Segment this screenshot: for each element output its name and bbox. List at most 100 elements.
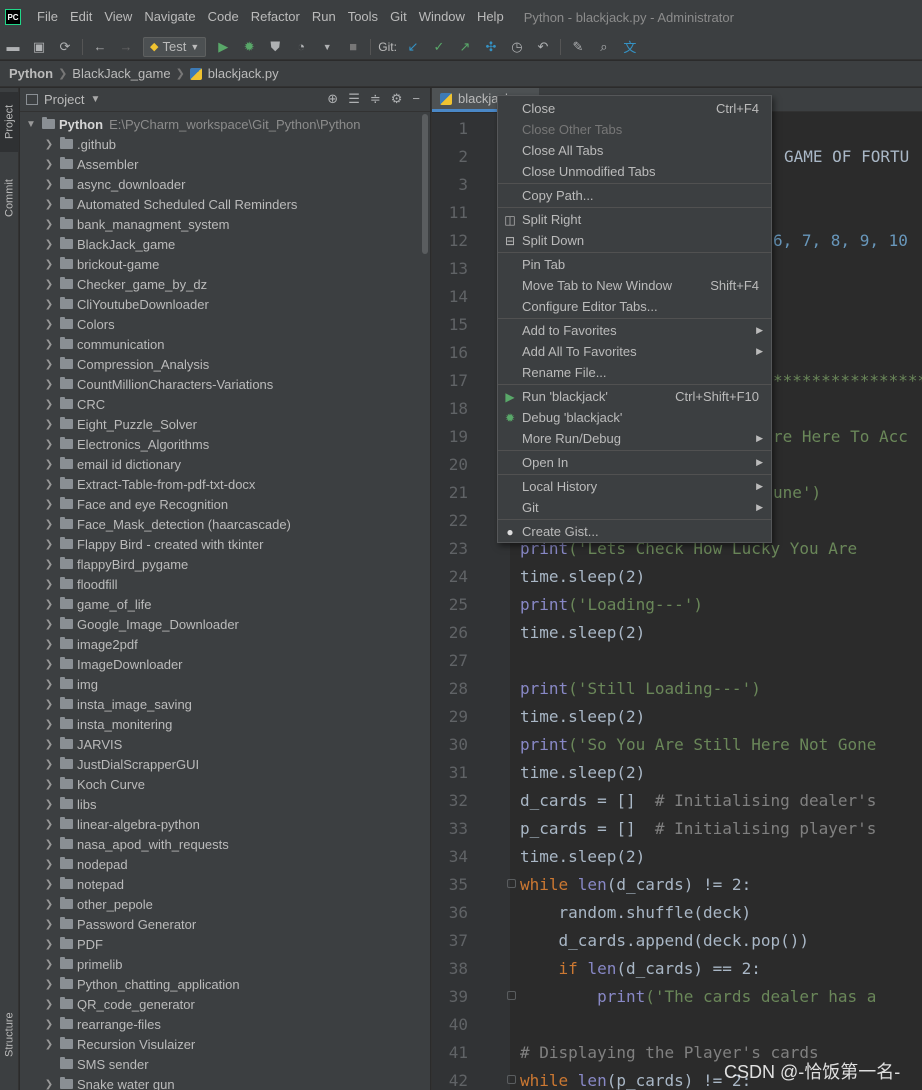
git-commit-check-icon[interactable]: ✓ — [431, 39, 447, 55]
chevron-right-icon[interactable]: ❯ — [42, 539, 56, 550]
translate-icon[interactable]: 文 — [622, 39, 638, 55]
tree-item[interactable]: ❯ Eight_Puzzle_Solver — [20, 414, 420, 434]
tree-item[interactable]: ❯ game_of_life — [20, 594, 420, 614]
tree-item[interactable]: ❯ Snake water gun — [20, 1074, 420, 1090]
chevron-right-icon[interactable]: ❯ — [42, 879, 56, 890]
tree-item[interactable]: ❯ bank_managment_system — [20, 214, 420, 234]
tree-item[interactable]: ❯ Flappy Bird - created with tkinter — [20, 534, 420, 554]
tree-item[interactable]: ❯ Checker_game_by_dz — [20, 274, 420, 294]
tree-item[interactable]: ❯ communication — [20, 334, 420, 354]
chevron-right-icon[interactable]: ❯ — [42, 739, 56, 750]
forward-arrow-icon[interactable]: → — [118, 39, 134, 55]
menu-help[interactable]: Help — [471, 0, 510, 34]
tree-item[interactable]: ❯ Python_chatting_application — [20, 974, 420, 994]
tree-item[interactable]: ❯ QR_code_generator — [20, 994, 420, 1014]
tree-item[interactable]: ❯ Automated Scheduled Call Reminders — [20, 194, 420, 214]
menu-add-to-favorites[interactable]: Add to Favorites ▶ — [498, 320, 771, 341]
tree-item[interactable]: ❯ nodepad — [20, 854, 420, 874]
menu-refactor[interactable]: Refactor — [245, 0, 306, 34]
menu-run-blackjack[interactable]: ▶ Run 'blackjack' Ctrl+Shift+F10 — [498, 386, 771, 407]
tree-item[interactable]: ❯ Face_Mask_detection (haarcascade) — [20, 514, 420, 534]
chevron-right-icon[interactable]: ❯ — [42, 999, 56, 1010]
search-icon[interactable]: ⌕ — [596, 39, 612, 55]
chevron-right-icon[interactable]: ❯ — [42, 259, 56, 270]
tree-item[interactable]: ❯ JustDialScrapperGUI — [20, 754, 420, 774]
menu-view[interactable]: View — [98, 0, 138, 34]
project-panel-title[interactable]: Project — [44, 92, 84, 107]
tree-item[interactable]: ❯ notepad — [20, 874, 420, 894]
locate-target-icon[interactable]: ⊕ — [327, 91, 338, 107]
chevron-right-icon[interactable]: ❯ — [42, 979, 56, 990]
tree-item[interactable]: SMS sender — [20, 1054, 420, 1074]
chevron-right-icon[interactable]: ❯ — [42, 139, 56, 150]
tree-item[interactable]: ❯ insta_monitering — [20, 714, 420, 734]
run-config-select[interactable]: ◆ Test ▼ — [143, 36, 207, 57]
chevron-right-icon[interactable]: ❯ — [42, 659, 56, 670]
fold-marker-icon[interactable] — [507, 991, 516, 1000]
tree-scrollbar[interactable] — [422, 114, 428, 254]
tree-item[interactable]: ❯ Colors — [20, 314, 420, 334]
menu-rename-file[interactable]: Rename File... — [498, 362, 771, 383]
menu-local-history[interactable]: Local History ▶ — [498, 476, 771, 497]
chevron-right-icon[interactable]: ❯ — [42, 619, 56, 630]
menu-more-run-debug[interactable]: More Run/Debug ▶ — [498, 428, 771, 449]
chevron-right-icon[interactable]: ❯ — [42, 559, 56, 570]
menu-create-gist[interactable]: ● Create Gist... — [498, 521, 771, 542]
chevron-right-icon[interactable]: ❯ — [42, 799, 56, 810]
settings-wrench-icon[interactable]: ✎ — [570, 39, 586, 55]
tree-item[interactable]: ❯ Password Generator — [20, 914, 420, 934]
gear-icon[interactable]: ⚙ — [391, 91, 403, 107]
breadcrumb-folder[interactable]: BlackJack_game — [72, 66, 170, 81]
breadcrumb-project[interactable]: Python — [9, 66, 53, 81]
chevron-right-icon[interactable]: ❯ — [42, 859, 56, 870]
tree-item[interactable]: ❯ image2pdf — [20, 634, 420, 654]
menu-configure-editor-tabs[interactable]: Configure Editor Tabs... — [498, 296, 771, 317]
profile-icon[interactable]: ◔ — [293, 39, 309, 55]
chevron-right-icon[interactable]: ❯ — [42, 359, 56, 370]
back-arrow-icon[interactable]: ← — [92, 39, 108, 55]
chevron-right-icon[interactable]: ❯ — [42, 399, 56, 410]
git-push-icon[interactable]: ↗ — [457, 39, 473, 55]
tree-item[interactable]: ❯ flappyBird_pygame — [20, 554, 420, 574]
chevron-right-icon[interactable]: ❯ — [42, 299, 56, 310]
chevron-right-icon[interactable]: ❯ — [42, 679, 56, 690]
tree-item[interactable]: ❯ .github — [20, 134, 420, 154]
chevron-right-icon[interactable]: ❯ — [42, 699, 56, 710]
chevron-right-icon[interactable]: ❯ — [42, 459, 56, 470]
menu-tools[interactable]: Tools — [342, 0, 384, 34]
chevron-right-icon[interactable]: ❯ — [42, 939, 56, 950]
fold-marker-icon[interactable] — [507, 1075, 516, 1084]
tree-item[interactable]: ❯ CliYoutubeDownloader — [20, 294, 420, 314]
tree-item[interactable]: ❯ brickout-game — [20, 254, 420, 274]
chevron-right-icon[interactable]: ❯ — [42, 239, 56, 250]
save-icon[interactable]: ▣ — [31, 39, 47, 55]
tree-item[interactable]: ❯ Extract-Table-from-pdf-txt-docx — [20, 474, 420, 494]
chevron-right-icon[interactable]: ❯ — [42, 439, 56, 450]
menu-split-right[interactable]: ◫ Split Right — [498, 209, 771, 230]
chevron-right-icon[interactable]: ❯ — [42, 499, 56, 510]
chevron-right-icon[interactable]: ❯ — [42, 639, 56, 650]
chevron-right-icon[interactable]: ❯ — [42, 779, 56, 790]
tree-item[interactable]: ❯ Compression_Analysis — [20, 354, 420, 374]
tree-item[interactable]: ❯ CRC — [20, 394, 420, 414]
tree-item[interactable]: ❯ email id dictionary — [20, 454, 420, 474]
menu-navigate[interactable]: Navigate — [138, 0, 201, 34]
chevron-right-icon[interactable]: ❯ — [42, 1019, 56, 1030]
tree-item[interactable]: ❯ async_downloader — [20, 174, 420, 194]
chevron-right-icon[interactable]: ❯ — [42, 339, 56, 350]
chevron-right-icon[interactable]: ❯ — [42, 719, 56, 730]
menu-pin-tab[interactable]: Pin Tab — [498, 254, 771, 275]
tree-item[interactable]: ❯ insta_image_saving — [20, 694, 420, 714]
tree-item[interactable]: ❯ JARVIS — [20, 734, 420, 754]
stop-icon[interactable]: ■ — [345, 39, 361, 55]
project-tool-tab[interactable]: Project — [0, 92, 19, 152]
more-run-chevron-icon[interactable]: ▼ — [319, 39, 335, 55]
tree-item[interactable]: ❯ primelib — [20, 954, 420, 974]
chevron-right-icon[interactable]: ❯ — [42, 379, 56, 390]
chevron-right-icon[interactable]: ❯ — [42, 839, 56, 850]
chevron-right-icon[interactable]: ❯ — [42, 919, 56, 930]
menu-edit[interactable]: Edit — [64, 0, 98, 34]
chevron-right-icon[interactable]: ❯ — [42, 899, 56, 910]
breadcrumb-file[interactable]: blackjack.py — [208, 66, 279, 81]
tree-item[interactable]: ❯ nasa_apod_with_requests — [20, 834, 420, 854]
